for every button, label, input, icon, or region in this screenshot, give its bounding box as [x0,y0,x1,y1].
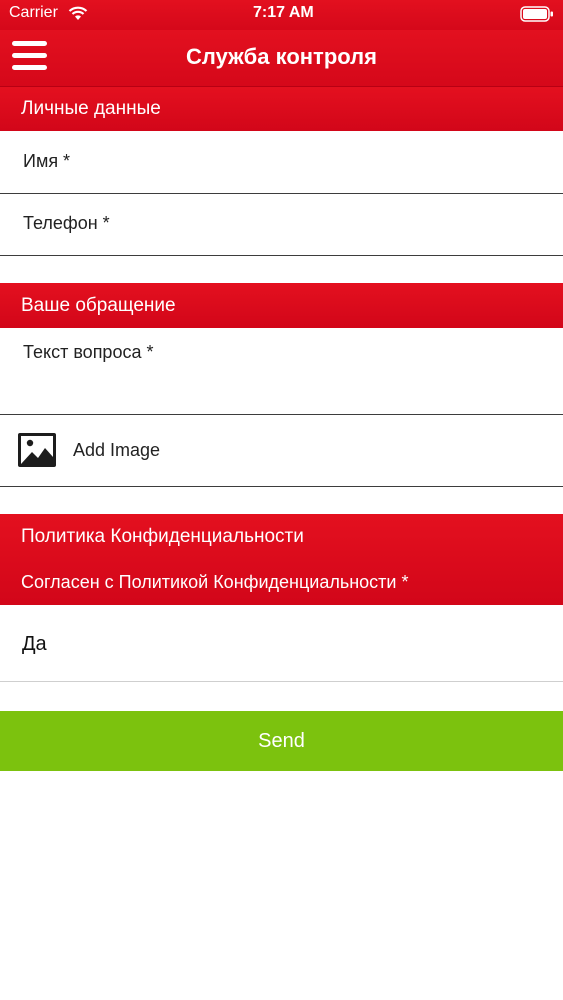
send-button[interactable]: Send [0,711,563,771]
name-field[interactable]: Имя * [0,131,563,194]
nav-bar: Служба контроля [0,30,563,87]
privacy-selected-value: Да [22,633,47,655]
spacer-row [0,487,563,514]
page-title: Служба контроля [186,44,377,69]
add-image-label: Add Image [73,440,161,460]
wifi-icon [68,6,88,20]
image-icon [18,433,56,467]
section-header-personal: Личные данные [0,87,563,131]
add-image-button[interactable]: Add Image [0,415,563,487]
section-title-request: Ваше обращение [21,295,176,316]
privacy-agree-select[interactable]: Да [0,605,563,682]
name-placeholder: Имя * [23,151,71,171]
phone-placeholder: Телефон * [23,213,110,233]
battery-icon [520,6,553,22]
clock-label: 7:17 AM [253,4,314,21]
spacer-row [0,256,563,283]
section-header-request: Ваше обращение [0,283,563,328]
phone-field[interactable]: Телефон * [0,194,563,256]
section-header-privacy: Политика Конфиденциальности Согласен с П… [0,514,563,605]
question-placeholder: Текст вопроса * [23,342,154,362]
status-bar: Carrier 7:17 AM [0,0,563,30]
question-textarea[interactable]: Текст вопроса * [0,328,563,415]
section-title-privacy: Политика Конфиденциальности [21,526,304,547]
spacer-row [0,682,563,711]
carrier-label: Carrier [9,4,58,21]
privacy-agree-label: Согласен с Политикой Конфиденциальности … [21,572,409,592]
section-title-personal: Личные данные [21,98,161,119]
